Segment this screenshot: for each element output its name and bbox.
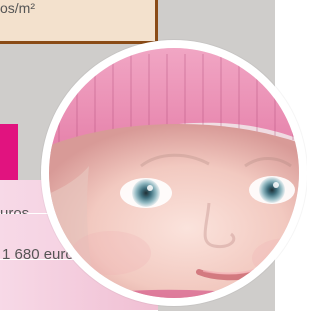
section-header-bar bbox=[0, 124, 18, 180]
child-photo bbox=[49, 48, 299, 298]
page: os/m² uros 1 680 euros bbox=[0, 0, 307, 311]
price-box: os/m² bbox=[0, 0, 158, 44]
price-text: os/m² bbox=[0, 0, 35, 16]
